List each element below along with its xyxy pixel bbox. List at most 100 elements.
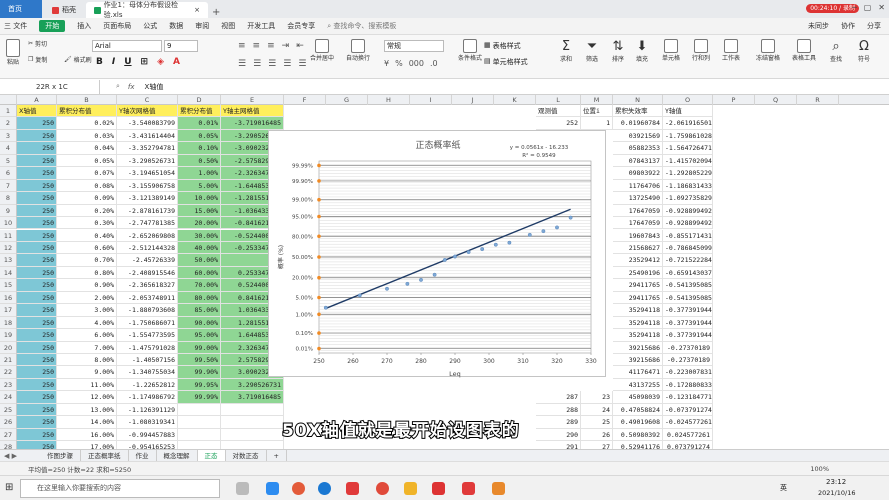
menu-start[interactable]: 开始: [39, 20, 66, 32]
decimal-icon[interactable]: .0: [430, 59, 438, 68]
cell-o[interactable]: -0.123184771: [663, 391, 713, 404]
cell-n[interactable]: 35294118: [613, 329, 663, 342]
wrap-button[interactable]: 自动换行: [346, 39, 370, 62]
freeze-button[interactable]: 冻结窗格: [756, 39, 780, 62]
cell-d[interactable]: 95.00%: [178, 329, 221, 342]
cell-o[interactable]: 0.073791274: [663, 441, 713, 449]
cell-o[interactable]: -1.415702094: [663, 154, 713, 168]
cell-m[interactable]: 26: [581, 428, 613, 442]
cell-d[interactable]: 99.50%: [178, 354, 221, 367]
cell-d[interactable]: 50.00%: [178, 254, 221, 267]
italic-icon[interactable]: I: [112, 57, 115, 67]
cell-d[interactable]: 99.00%: [178, 341, 221, 354]
cell-d[interactable]: [178, 428, 221, 442]
cell-a[interactable]: 250: [17, 441, 57, 449]
menu-search[interactable]: ⌕ 查找命令、搜索模板: [327, 21, 396, 31]
app-icon-5[interactable]: [492, 482, 505, 495]
cell-c[interactable]: -2.408915546: [117, 266, 178, 280]
cell-style-button[interactable]: ▤ 单元格样式: [484, 57, 528, 67]
cell-a[interactable]: 250: [17, 142, 57, 155]
cell-o[interactable]: -0.024577261: [663, 416, 713, 429]
cell-a[interactable]: 250: [17, 229, 57, 242]
normal-probability-chart[interactable]: 250 260 270 280 290 300 310 320 330 0.01% 0.10% 1.0…: [268, 130, 606, 378]
cell-b[interactable]: 0.05%: [57, 154, 117, 168]
column-header-h[interactable]: H: [368, 95, 410, 105]
cell-l[interactable]: 287: [536, 391, 581, 404]
cell-n[interactable]: 累积失效率: [613, 105, 663, 118]
cell-e[interactable]: [221, 441, 284, 449]
menu-file[interactable]: 三 文件: [4, 21, 27, 31]
cell-n[interactable]: 29411765: [613, 291, 663, 305]
cell-c[interactable]: -1.080319341: [117, 416, 178, 429]
cell-b[interactable]: 13.00%: [57, 403, 117, 417]
menu-data[interactable]: 数据: [169, 21, 183, 31]
cell-o[interactable]: -0.659143037: [663, 266, 713, 280]
cell-n[interactable]: 35294118: [613, 316, 663, 330]
cell-c[interactable]: -2.45726339: [117, 254, 178, 267]
row-header[interactable]: 16: [0, 291, 17, 305]
cell-n[interactable]: 35294118: [613, 304, 663, 317]
cell-d[interactable]: 0.50%: [178, 154, 221, 168]
cell-d[interactable]: 0.05%: [178, 129, 221, 143]
cell-o[interactable]: -0.541395085: [663, 291, 713, 305]
cell-o[interactable]: -0.377391944: [663, 304, 713, 317]
cell-c[interactable]: -1.22652812: [117, 378, 178, 392]
row-header[interactable]: 20: [0, 341, 17, 354]
font-name-select[interactable]: Arial: [92, 40, 162, 52]
cell-n[interactable]: 0.01960784: [613, 117, 663, 130]
cell-b[interactable]: 0.08%: [57, 179, 117, 193]
cell-b[interactable]: 14.00%: [57, 416, 117, 429]
column-header-b[interactable]: B: [57, 95, 117, 105]
cell-n[interactable]: 17647059: [613, 204, 663, 218]
cell-d[interactable]: [178, 441, 221, 449]
cell-o[interactable]: -0.223007831: [663, 366, 713, 379]
cell-a[interactable]: 250: [17, 192, 57, 205]
cell-l[interactable]: 观测值: [536, 105, 581, 118]
row-header[interactable]: 7: [0, 179, 17, 193]
cell-c[interactable]: -3.121389149: [117, 192, 178, 205]
paste-button[interactable]: 粘贴: [6, 39, 20, 66]
cell-o[interactable]: -0.377391944: [663, 329, 713, 342]
cell-l[interactable]: 291: [536, 441, 581, 449]
cell-n[interactable]: 39215686: [613, 341, 663, 354]
cell-d[interactable]: 15.00%: [178, 204, 221, 218]
cell-d[interactable]: 90.00%: [178, 316, 221, 330]
cell-o[interactable]: -1.092735829: [663, 192, 713, 205]
tab-home[interactable]: 首页: [0, 0, 42, 18]
cell-b[interactable]: 4.00%: [57, 316, 117, 330]
cell-a[interactable]: 250: [17, 403, 57, 417]
cell-c[interactable]: -2.365618327: [117, 279, 178, 292]
cell-l[interactable]: 252: [536, 117, 581, 130]
tab-docer[interactable]: 稻壳: [44, 2, 84, 18]
cell-b[interactable]: 0.03%: [57, 129, 117, 143]
border-icon[interactable]: ⊞: [141, 57, 149, 67]
cell-l[interactable]: 290: [536, 428, 581, 442]
cell-c[interactable]: -0.994457883: [117, 428, 178, 442]
cell-b[interactable]: 0.09%: [57, 192, 117, 205]
cell-c[interactable]: -1.40507156: [117, 354, 178, 367]
cell-o[interactable]: -1.759861028: [663, 129, 713, 143]
cell-c[interactable]: -2.747781385: [117, 217, 178, 230]
cell-b[interactable]: 2.00%: [57, 291, 117, 305]
row-header[interactable]: 8: [0, 192, 17, 205]
cell-b[interactable]: 7.00%: [57, 341, 117, 354]
cell-c[interactable]: -3.155906758: [117, 179, 178, 193]
cell-d[interactable]: [178, 403, 221, 417]
cell-a[interactable]: 250: [17, 167, 57, 180]
add-sheet-icon[interactable]: +: [267, 449, 287, 462]
cell-n[interactable]: 0.50980392: [613, 428, 663, 442]
align-right-icon[interactable]: ☰: [268, 59, 276, 69]
cell-a[interactable]: 250: [17, 416, 57, 429]
cell-b[interactable]: 16.00%: [57, 428, 117, 442]
cell-a[interactable]: 250: [17, 117, 57, 130]
menu-review[interactable]: 审阅: [195, 21, 209, 31]
cell-e[interactable]: 3.290526731: [221, 378, 284, 392]
thousands-icon[interactable]: 000: [409, 59, 424, 68]
cell-n[interactable]: 13725490: [613, 192, 663, 205]
cell-c[interactable]: -2.053748911: [117, 291, 178, 305]
cell-c[interactable]: -0.954165253: [117, 441, 178, 449]
app-icon-1[interactable]: [266, 482, 279, 495]
select-all-corner[interactable]: [0, 95, 17, 105]
cell-o[interactable]: 0.024577261: [663, 428, 713, 442]
formula-content[interactable]: X轴值: [145, 82, 164, 92]
